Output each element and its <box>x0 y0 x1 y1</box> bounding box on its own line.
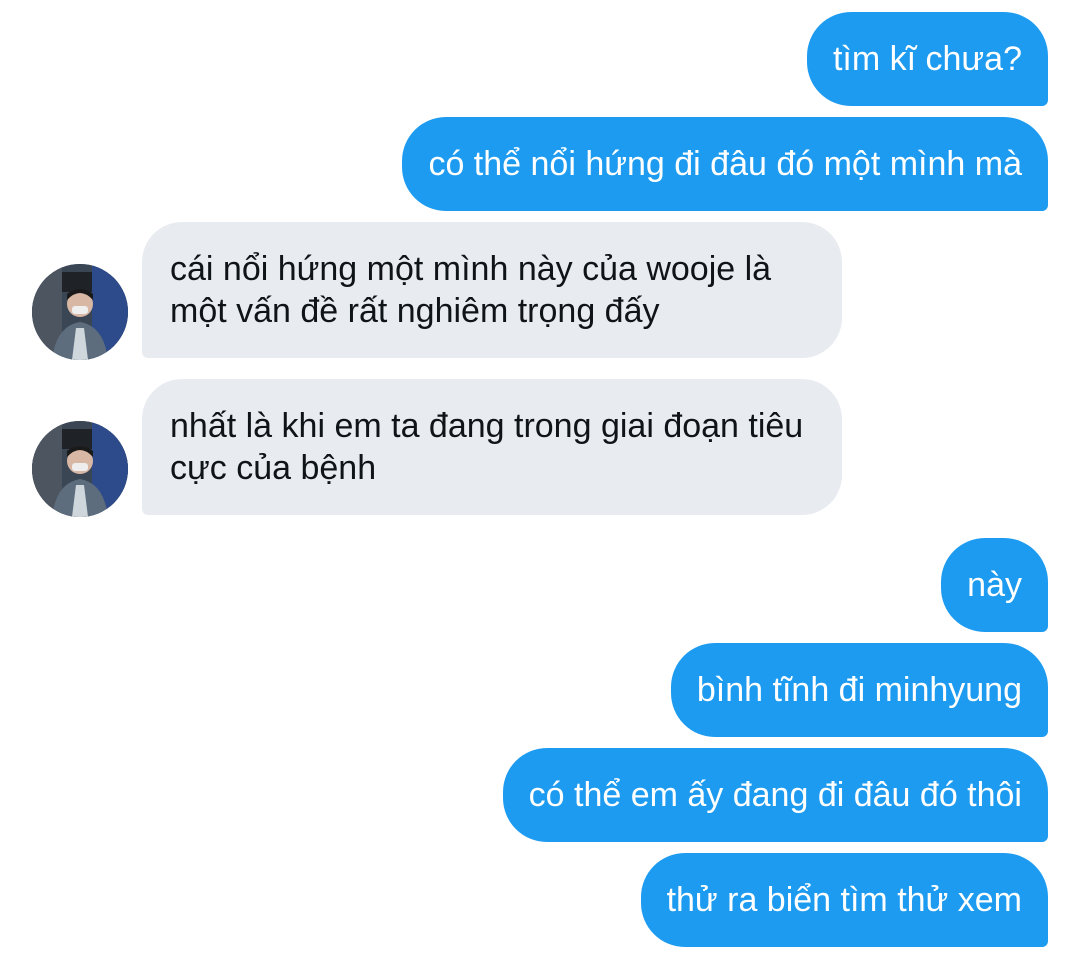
sent-message-bubble[interactable]: có thể em ấy đang đi đâu đó thôi <box>502 748 1048 842</box>
message-text: tìm kĩ chưa? <box>832 40 1022 78</box>
profile-photo-icon <box>32 421 128 517</box>
sent-message-bubble[interactable]: này <box>941 538 1048 632</box>
received-message-bubble[interactable]: nhất là khi em ta đang trong giai đoạn t… <box>142 379 842 515</box>
message-text: này <box>967 566 1022 604</box>
sent-message-bubble[interactable]: có thể nổi hứng đi đâu đó một mình mà <box>402 117 1048 211</box>
avatar[interactable] <box>32 421 128 517</box>
sent-message-bubble[interactable]: bình tĩnh đi minhyung <box>670 643 1048 737</box>
message-text: thử ra biển tìm thử xem <box>666 881 1022 919</box>
message-text: cái nổi hứng một mình này của wooje là m… <box>170 250 772 330</box>
avatar[interactable] <box>32 264 128 360</box>
sent-message-bubble[interactable]: tìm kĩ chưa? <box>806 12 1048 106</box>
message-text: có thể nổi hứng đi đâu đó một mình mà <box>428 145 1022 183</box>
profile-photo-icon <box>32 264 128 360</box>
sent-message-bubble[interactable]: thử ra biển tìm thử xem <box>640 853 1048 947</box>
message-text: nhất là khi em ta đang trong giai đoạn t… <box>170 407 804 487</box>
chat-thread: tìm kĩ chưa? có thể nổi hứng đi đâu đó m… <box>0 0 1080 977</box>
received-message-bubble[interactable]: cái nổi hứng một mình này của wooje là m… <box>142 222 842 358</box>
message-text: bình tĩnh đi minhyung <box>696 671 1022 709</box>
message-text: có thể em ấy đang đi đâu đó thôi <box>528 776 1022 814</box>
